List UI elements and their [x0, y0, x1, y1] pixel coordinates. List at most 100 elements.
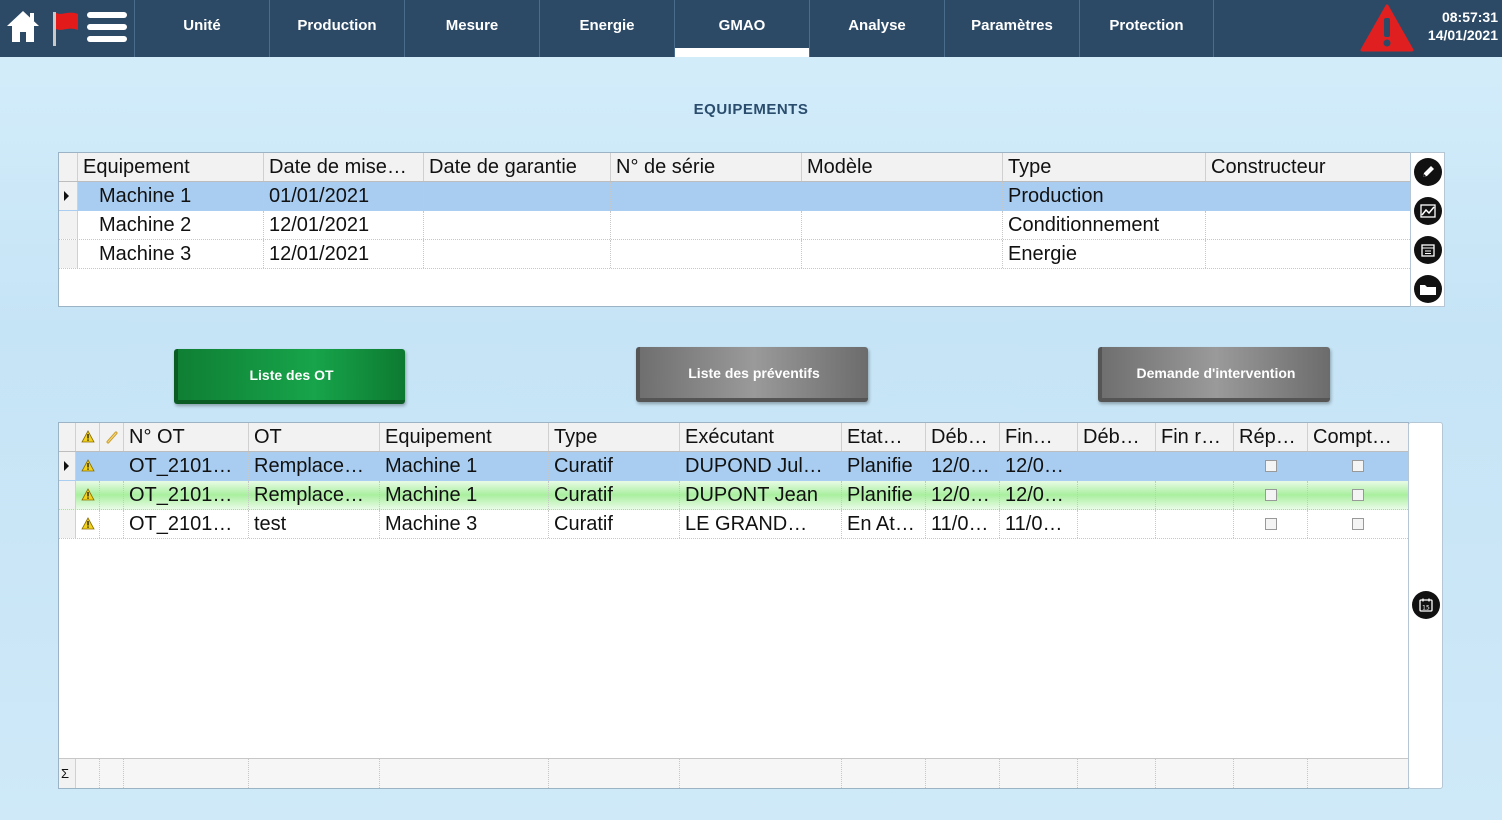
col-equipement[interactable]: Equipement: [380, 423, 549, 451]
table-row[interactable]: OT_2101… Remplace… Machine 1 Curatif DUP…: [59, 481, 1408, 510]
cell-type[interactable]: Curatif: [549, 481, 680, 509]
liste-preventifs-button[interactable]: Liste des préventifs: [636, 347, 868, 402]
cell-modele[interactable]: [802, 240, 1003, 268]
cell-modele[interactable]: [802, 211, 1003, 239]
table-row[interactable]: Machine 3 12/01/2021 Energie: [59, 240, 1410, 269]
cell-date-garantie[interactable]: [424, 182, 611, 210]
comptage-checkbox[interactable]: [1352, 518, 1364, 530]
cell-type[interactable]: Conditionnement: [1003, 211, 1206, 239]
cell-ot[interactable]: Remplace…: [249, 481, 380, 509]
cell-serie[interactable]: [611, 240, 802, 268]
col-warning[interactable]: [76, 423, 100, 451]
col-serie[interactable]: N° de série: [611, 153, 802, 181]
tab-analyse[interactable]: Analyse: [809, 0, 944, 57]
cell-debut-prevu[interactable]: 11/0…: [926, 510, 1000, 538]
cell-etat[interactable]: Planifie: [842, 481, 926, 509]
col-equipement[interactable]: Equipement: [78, 153, 264, 181]
tab-gmao[interactable]: GMAO: [674, 0, 809, 57]
col-modele[interactable]: Modèle: [802, 153, 1003, 181]
cell-serie[interactable]: [611, 211, 802, 239]
cell-date-mise[interactable]: 01/01/2021: [264, 182, 424, 210]
liste-ot-button[interactable]: Liste des OT: [174, 349, 405, 404]
cell-constructeur[interactable]: [1206, 211, 1409, 239]
reparation-checkbox[interactable]: [1264, 460, 1277, 472]
col-date-garantie[interactable]: Date de garantie: [424, 153, 611, 181]
cell-fin-reelle[interactable]: [1156, 452, 1234, 480]
folder-icon[interactable]: [1414, 275, 1442, 303]
col-etat[interactable]: Etat…: [842, 423, 926, 451]
chart-icon[interactable]: [1414, 197, 1442, 225]
cell-date-garantie[interactable]: [424, 240, 611, 268]
table-row[interactable]: OT_2101… Remplace… Machine 1 Curatif DUP…: [59, 452, 1408, 481]
cell-executant[interactable]: LE GRAND…: [680, 510, 842, 538]
cell-reparation[interactable]: [1234, 452, 1308, 480]
cell-num-ot[interactable]: OT_2101…: [124, 452, 249, 480]
calendar-15-icon[interactable]: 15: [1412, 591, 1440, 619]
col-reparation[interactable]: Rép…: [1234, 423, 1308, 451]
cell-type[interactable]: Energie: [1003, 240, 1206, 268]
flag-icon[interactable]: [50, 10, 82, 46]
cell-reparation[interactable]: [1234, 510, 1308, 538]
comptage-checkbox[interactable]: [1352, 460, 1364, 472]
cell-debut-reel[interactable]: [1078, 481, 1156, 509]
col-fin-prevue[interactable]: Fin…: [1000, 423, 1078, 451]
demande-intervention-button[interactable]: Demande d'intervention: [1098, 347, 1330, 402]
cell-modele[interactable]: [802, 182, 1003, 210]
col-type[interactable]: Type: [1003, 153, 1206, 181]
cell-comptage[interactable]: [1308, 452, 1408, 480]
cell-equipement[interactable]: Machine 1: [78, 182, 264, 210]
cell-executant[interactable]: DUPOND Jul…: [680, 452, 842, 480]
tab-parametres[interactable]: Paramètres: [944, 0, 1079, 57]
col-ot[interactable]: OT: [249, 423, 380, 451]
cell-fin-prevue[interactable]: 12/0…: [1000, 452, 1078, 480]
cell-ot[interactable]: test: [249, 510, 380, 538]
edit-icon[interactable]: [1414, 158, 1442, 186]
cell-date-mise[interactable]: 12/01/2021: [264, 240, 424, 268]
cell-type[interactable]: Production: [1003, 182, 1206, 210]
col-num-ot[interactable]: N° OT: [124, 423, 249, 451]
cell-equipement[interactable]: Machine 2: [78, 211, 264, 239]
col-type[interactable]: Type: [549, 423, 680, 451]
cell-comptage[interactable]: [1308, 481, 1408, 509]
cell-type[interactable]: Curatif: [549, 510, 680, 538]
cell-debut-reel[interactable]: [1078, 452, 1156, 480]
cell-type[interactable]: Curatif: [549, 452, 680, 480]
col-debut-prevu[interactable]: Déb…: [926, 423, 1000, 451]
cell-fin-reelle[interactable]: [1156, 510, 1234, 538]
cell-fin-prevue[interactable]: 11/0…: [1000, 510, 1078, 538]
comptage-checkbox[interactable]: [1352, 489, 1364, 501]
cell-fin-prevue[interactable]: 12/0…: [1000, 481, 1078, 509]
cell-reparation[interactable]: [1234, 481, 1308, 509]
col-date-mise[interactable]: Date de mise…: [264, 153, 424, 181]
cell-num-ot[interactable]: OT_2101…: [124, 510, 249, 538]
cell-num-ot[interactable]: OT_2101…: [124, 481, 249, 509]
cell-debut-prevu[interactable]: 12/0…: [926, 452, 1000, 480]
cell-date-garantie[interactable]: [424, 211, 611, 239]
col-comptage[interactable]: Compt…: [1308, 423, 1408, 451]
col-fin-reelle[interactable]: Fin r…: [1156, 423, 1234, 451]
col-attachment[interactable]: [100, 423, 124, 451]
tab-unite[interactable]: Unité: [134, 0, 269, 57]
reparation-checkbox[interactable]: [1264, 489, 1277, 501]
reparation-checkbox[interactable]: [1264, 518, 1277, 530]
col-debut-reel[interactable]: Déb…: [1078, 423, 1156, 451]
cell-etat[interactable]: Planifie: [842, 452, 926, 480]
home-icon[interactable]: [5, 8, 41, 44]
tab-production[interactable]: Production: [269, 0, 404, 57]
tab-mesure[interactable]: Mesure: [404, 0, 539, 57]
col-executant[interactable]: Exécutant: [680, 423, 842, 451]
cell-constructeur[interactable]: [1206, 182, 1409, 210]
cell-ot[interactable]: Remplace…: [249, 452, 380, 480]
table-row[interactable]: OT_2101… test Machine 3 Curatif LE GRAND…: [59, 510, 1408, 539]
cell-equipement[interactable]: Machine 3: [380, 510, 549, 538]
menu-icon[interactable]: [87, 11, 127, 43]
alert-icon[interactable]: [1360, 4, 1414, 52]
col-constructeur[interactable]: Constructeur: [1206, 153, 1409, 181]
tab-energie[interactable]: Energie: [539, 0, 674, 57]
table-row[interactable]: Machine 1 01/01/2021 Production: [59, 182, 1410, 211]
cell-executant[interactable]: DUPONT Jean: [680, 481, 842, 509]
cell-equipement[interactable]: Machine 1: [380, 452, 549, 480]
cell-equipement[interactable]: Machine 1: [380, 481, 549, 509]
cell-debut-prevu[interactable]: 12/0…: [926, 481, 1000, 509]
cell-debut-reel[interactable]: [1078, 510, 1156, 538]
